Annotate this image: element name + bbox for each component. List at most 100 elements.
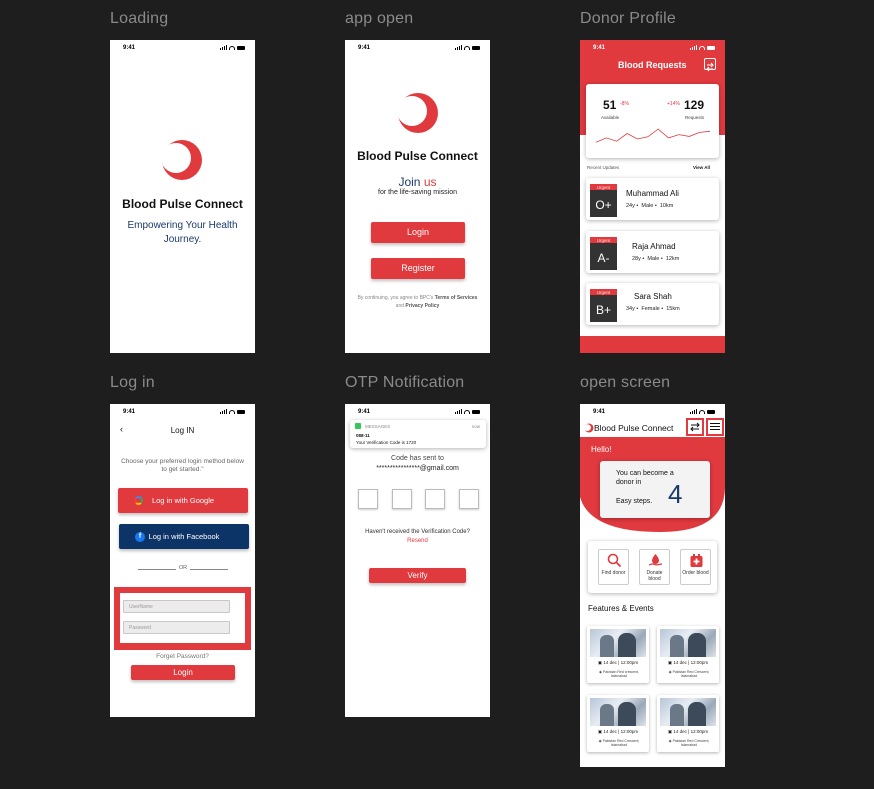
signal-icon — [220, 45, 227, 50]
crescent-logo-icon — [397, 93, 438, 133]
status-icons — [455, 45, 480, 50]
battery-icon — [472, 409, 480, 414]
sms-notification[interactable]: MESSAGES now 088-11 Your Verification Co… — [350, 420, 486, 448]
event-location: ◉ Pakistan Red crescent, Islamabad — [593, 670, 645, 678]
facebook-login-button[interactable]: f Log in with Facebook — [119, 524, 249, 549]
login-button[interactable]: Login — [371, 222, 465, 243]
menu-button[interactable] — [706, 418, 724, 436]
trend-chart — [596, 128, 710, 143]
switch-icon[interactable] — [704, 58, 716, 72]
crescent-logo-icon — [161, 140, 202, 180]
event-date-text: 14 dec | 12:00pm — [673, 729, 709, 734]
donor-details: 28y • Male • 12km — [632, 256, 680, 262]
donor-steps-card[interactable]: You can become a donor in Easy steps. 4 — [600, 461, 710, 518]
event-date: ▣ 14 dec | 12:00pm — [587, 660, 649, 666]
order-blood-button[interactable]: Order blood — [680, 549, 711, 585]
battery-icon — [237, 45, 245, 50]
crescent-logo-icon — [584, 423, 594, 433]
donor-distance: 10km — [659, 203, 674, 209]
bottom-bar — [580, 336, 725, 353]
wifi-icon — [464, 409, 470, 414]
code-sent-text: Code has sent to — [391, 455, 444, 462]
login-button[interactable]: Login — [131, 665, 235, 680]
app-name: Blood Pulse Connect — [594, 423, 674, 433]
resend-link[interactable]: Resend — [345, 538, 490, 544]
stats-card: 51 -8% Available +14% 129 Requests — [586, 84, 719, 158]
register-button[interactable]: Register — [371, 258, 465, 279]
find-donor-button[interactable]: Find donor — [598, 549, 629, 585]
donor-details: 34y • Female • 15km — [626, 306, 680, 312]
status-time: 9:41 — [593, 409, 606, 415]
mission-text: for the life-saving mission — [378, 189, 457, 196]
verify-button[interactable]: Verify — [369, 568, 466, 583]
password-input[interactable]: Password — [123, 621, 230, 634]
status-time: 9:41 — [358, 45, 371, 51]
donor-card[interactable]: Urgent B+ Sara Shah 34y • Female • 15km — [586, 283, 719, 325]
page-title: Blood Requests — [618, 60, 687, 70]
battery-icon — [707, 45, 715, 50]
loading-screen: 9:41 Blood Pulse Connect Empowering Your… — [110, 40, 255, 353]
order-icon — [690, 554, 703, 567]
event-date: ▣ 14 dec | 12:00pm — [587, 729, 649, 735]
wifi-icon — [229, 45, 235, 50]
google-login-button[interactable]: Log in with Google — [118, 488, 248, 513]
event-date: ▣ 14 dec | 12:00pm — [657, 729, 719, 735]
google-login-label: Log in with Google — [151, 496, 215, 505]
search-icon — [607, 553, 622, 568]
status-icons — [220, 45, 245, 50]
forgot-password-link[interactable]: Forget Password? — [110, 653, 255, 660]
otp-digit-3[interactable] — [425, 489, 445, 509]
status-time: 9:41 — [123, 45, 136, 51]
signal-icon — [690, 409, 697, 414]
view-all-link[interactable]: View All — [693, 165, 710, 170]
donor-steps-count: 4 — [668, 479, 683, 509]
status-bar: 9:41 — [345, 404, 490, 418]
event-location: ◉ Pakistan Red Crescent, Islamabad — [663, 739, 715, 747]
donor-gender: Male — [641, 203, 654, 209]
privacy-link[interactable]: Privacy Policy — [405, 303, 439, 309]
terms-link[interactable]: Terms of Services — [435, 295, 478, 301]
event-card[interactable]: ▣ 14 dec | 12:00pm ◉ Pakistan Red Cresce… — [587, 695, 649, 752]
donor-distance: 12km — [665, 256, 680, 262]
services-panel: Find donor Donate blood Order blood — [588, 541, 717, 593]
status-bar: 9:41 — [580, 404, 725, 418]
find-donor-label: Find donor — [601, 570, 626, 576]
event-location-text: Pakistan Red Crescent, Islamabad — [602, 739, 640, 747]
join-text: Join — [398, 175, 421, 189]
trend-line — [596, 128, 710, 143]
status-icons — [690, 409, 715, 414]
not-received-text: Haven't received the Verification Code? — [365, 529, 470, 535]
event-date: ▣ 14 dec | 12:00pm — [657, 660, 719, 666]
battery-icon — [237, 409, 245, 414]
event-card[interactable]: ▣ 14 dec | 12:00pm ◉ Pakistan Red Cresce… — [657, 695, 719, 752]
signal-icon — [690, 45, 697, 50]
otp-digit-4[interactable] — [459, 489, 479, 509]
signal-icon — [220, 409, 227, 414]
switch-button[interactable] — [686, 418, 704, 436]
event-location-text: Pakistan Red Crescent, Islamabad — [672, 739, 710, 747]
frame-title-app-open: app open — [345, 10, 414, 27]
donor-card[interactable]: Urgent A- Raja Ahmad 28y • Male • 12km — [586, 231, 719, 273]
divider-right — [190, 569, 228, 570]
join-heading: Join us — [345, 175, 490, 189]
available-label: Available — [601, 115, 620, 120]
event-image — [660, 698, 716, 726]
status-time: 9:41 — [358, 409, 371, 415]
event-card[interactable]: ▣ 14 dec | 12:00pm ◉ Pakistan Red cresce… — [587, 626, 649, 683]
donate-blood-button[interactable]: Donate blood — [639, 549, 670, 585]
username-input[interactable]: UserName — [123, 600, 230, 613]
signal-icon — [455, 409, 462, 414]
available-change: -8% — [620, 101, 629, 107]
otp-digit-1[interactable] — [358, 489, 378, 509]
donor-card[interactable]: Urgent O+ Muhammad Ali 24y • Male • 10km — [586, 178, 719, 220]
greeting: Hello! — [591, 445, 612, 454]
signal-icon — [455, 45, 462, 50]
otp-digit-2[interactable] — [392, 489, 412, 509]
status-bar: 9:41 — [345, 40, 490, 54]
event-card[interactable]: ▣ 14 dec | 12:00pm ◉ Pakistan Red Cresce… — [657, 626, 719, 683]
login-instruction: Choose your preferred login method below… — [121, 458, 244, 473]
blood-type-badge: B+ — [590, 295, 617, 322]
donor-age: 24y — [626, 203, 635, 209]
donor-age: 34y — [626, 306, 635, 312]
tagline: Empowering Your Health Journey. — [127, 220, 238, 245]
